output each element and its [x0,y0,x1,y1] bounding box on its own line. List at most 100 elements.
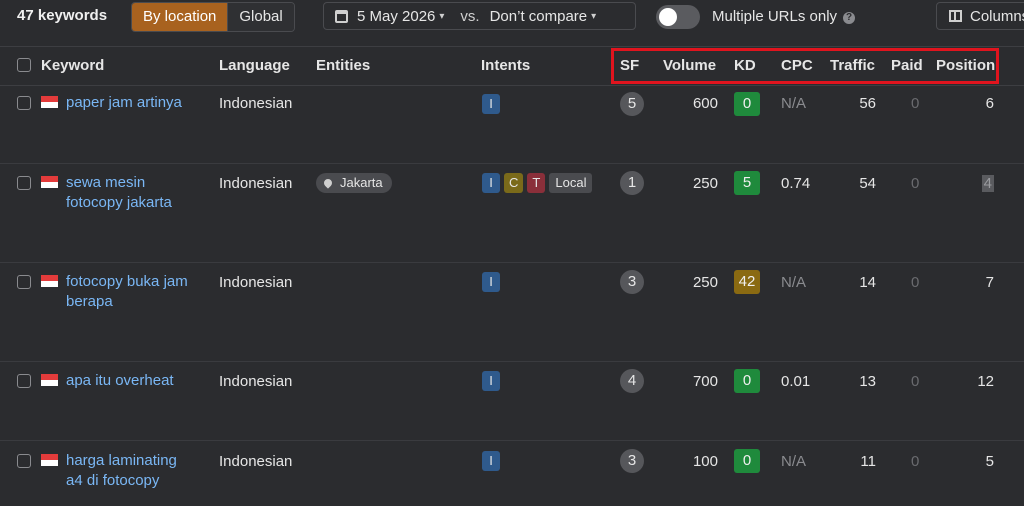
traffic-cell: 56 [859,95,876,112]
highlight-box [611,48,999,84]
cpc-cell: 0.74 [781,175,811,192]
language-cell: Indonesian [219,453,293,470]
paid-cell: 0 [911,95,920,112]
intents-cell: I [482,371,500,391]
intent-badge: I [482,173,500,193]
keyword-link[interactable]: fotocopy buka jam berapa [66,272,216,312]
entity-chip[interactable]: Jakarta [316,173,392,193]
paid-cell: 0 [911,175,920,192]
intents-cell: I [482,451,500,471]
table-row: paper jam artinya Indonesian I 5 600 0 N… [0,85,1024,164]
multiple-urls-text: Multiple URLs only [712,8,838,25]
chevron-down-icon: ▾ [439,10,445,22]
language-cell: Indonesian [219,175,293,192]
help-icon[interactable]: ? [843,12,856,24]
paid-cell: 0 [911,274,920,291]
traffic-cell: 14 [859,274,876,291]
header-language[interactable]: Language [219,57,290,74]
columns-icon [949,10,962,22]
chevron-down-icon: ▾ [591,10,597,22]
table-row: sewa mesin fotocopy jakarta Indonesian Ja… [0,164,1024,263]
kd-badge: 42 [734,270,760,294]
volume-cell: 250 [692,175,718,192]
date-compare-button[interactable]: 5 May 2026 ▾ vs. Don’t compare ▾ [323,2,636,30]
intents-cell: I [482,94,500,114]
kd-badge: 0 [734,449,760,473]
position-cell: 6 [985,95,994,112]
sf-badge[interactable]: 3 [620,270,644,294]
columns-label: Columns [970,7,1024,25]
traffic-cell: 54 [859,175,876,192]
indonesia-flag-icon [41,275,58,287]
keyword-link[interactable]: harga laminating a4 di fotocopy [66,451,216,491]
sf-badge[interactable]: 1 [620,171,644,195]
position-cell: 7 [985,274,994,291]
header-intents[interactable]: Intents [481,57,530,74]
keyword-count: 47 keywords [17,7,108,24]
location-pin-icon [322,177,334,189]
position-cell: 12 [977,373,994,390]
keyword-link[interactable]: sewa mesin fotocopy jakarta [66,173,216,213]
columns-button[interactable]: Columns [936,2,1024,30]
volume-cell: 600 [692,95,718,112]
row-checkbox[interactable] [17,275,31,289]
global-button[interactable]: Global [227,3,294,31]
indonesia-flag-icon [41,176,58,188]
cpc-cell: N/A [781,274,807,291]
row-checkbox[interactable] [17,96,31,110]
indonesia-flag-icon [41,374,58,386]
entity-label: Jakarta [340,175,383,190]
row-checkbox[interactable] [17,176,31,190]
row-checkbox[interactable] [17,454,31,468]
indonesia-flag-icon [41,96,58,108]
intent-badge: C [504,173,524,193]
intent-badge: I [482,451,500,471]
sf-badge[interactable]: 4 [620,369,644,393]
kd-badge: 5 [734,171,760,195]
kd-badge: 0 [734,92,760,116]
multiple-urls-toggle[interactable] [656,5,700,29]
intent-badge: I [482,371,500,391]
language-cell: Indonesian [219,95,293,112]
position-cell: 5 [985,453,994,470]
toolbar: 47 keywords By location Global 5 May 202… [0,0,1024,34]
header-entities[interactable]: Entities [316,57,370,74]
intent-badge: I [482,94,500,114]
intent-badge: T [527,173,546,193]
row-checkbox[interactable] [17,374,31,388]
intents-cell: I C T Local [482,173,593,193]
volume-cell: 700 [692,373,718,390]
cpc-cell: 0.01 [781,373,811,390]
cpc-cell: N/A [781,95,807,112]
intent-badge: I [482,272,500,292]
location-segmented-control: By location Global [131,2,295,32]
vs-label: vs. [460,7,480,25]
language-cell: Indonesian [219,274,293,291]
calendar-icon [335,9,348,23]
language-cell: Indonesian [219,373,293,390]
compare-label: Don’t compare [489,7,588,25]
traffic-cell: 13 [859,373,876,390]
intents-cell: I [482,272,500,292]
table-row: apa itu overheat Indonesian I 4 700 0 0.… [0,362,1024,441]
toggle-knob [659,8,677,26]
table-row: harga laminating a4 di fotocopy Indonesia… [0,441,1024,506]
keyword-link[interactable]: paper jam artinya [66,93,216,113]
indonesia-flag-icon [41,454,58,466]
sf-badge[interactable]: 3 [620,449,644,473]
kd-badge: 0 [734,369,760,393]
intent-badge: Local [549,173,593,193]
sf-badge[interactable]: 5 [620,92,644,116]
header-keyword[interactable]: Keyword [41,57,104,74]
table-row: fotocopy buka jam berapa Indonesian I 3 2… [0,263,1024,362]
by-location-button[interactable]: By location [132,3,228,31]
multiple-urls-label: Multiple URLs only? [712,8,856,25]
paid-cell: 0 [911,453,920,470]
select-all-checkbox[interactable] [17,58,31,72]
paid-cell: 0 [911,373,920,390]
position-cell: 4 [981,175,994,192]
traffic-cell: 11 [860,453,876,470]
keyword-link[interactable]: apa itu overheat [66,371,216,391]
cpc-cell: N/A [781,453,807,470]
volume-cell: 100 [692,453,718,470]
